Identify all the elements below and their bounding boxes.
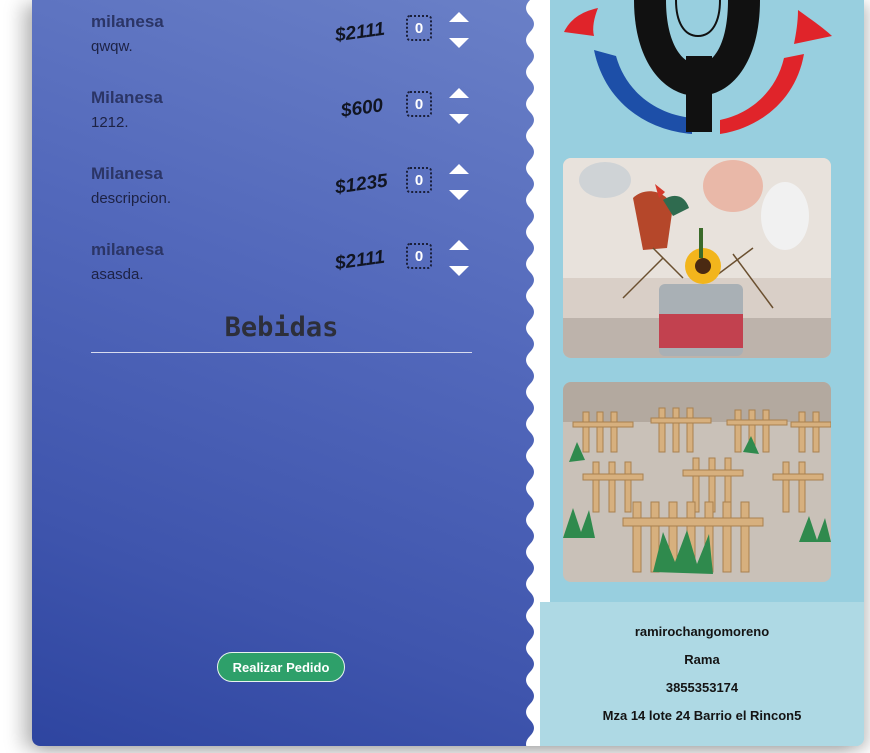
decoration-photo-fences (563, 382, 831, 582)
item-description: qwqw. (91, 38, 133, 55)
decrement-arrow-icon[interactable] (449, 114, 469, 124)
menu-item: Milanesa 1212. $600 0 (91, 88, 471, 148)
contact-phone: 3855353174 (665, 680, 739, 695)
contact-card: ramirochangomoreno Rama 3855353174 Mza 1… (540, 602, 864, 746)
decoration-photo-farm-animals (563, 158, 831, 358)
brand-logo (564, 0, 832, 134)
increment-arrow-icon[interactable] (449, 88, 469, 98)
contact-username: ramirochangomoreno (634, 624, 770, 639)
item-description: 1212. (91, 114, 129, 131)
contact-name: Rama (684, 652, 720, 667)
menu-panel: milanesa qwqw. $2111 0 Milanesa 1212. $6… (32, 0, 538, 746)
contact-address: Mza 14 lote 24 Barrio el Rincon5 (602, 708, 802, 723)
increment-arrow-icon[interactable] (449, 12, 469, 22)
item-price: $2111 (333, 18, 387, 47)
menu-item: Milanesa descripcion. $1235 0 (91, 164, 471, 224)
app-window: milanesa qwqw. $2111 0 Milanesa 1212. $6… (32, 0, 864, 746)
item-price: $2111 (333, 246, 387, 275)
item-name: milanesa (91, 12, 164, 31)
section-title: Bebidas (224, 312, 339, 343)
quantity-field[interactable]: 0 (406, 167, 432, 193)
menu-item: milanesa qwqw. $2111 0 (91, 12, 471, 72)
item-price: $1235 (333, 170, 389, 199)
menu-item: milanesa asasda. $2111 0 (91, 240, 471, 300)
item-description: asasda. (91, 266, 144, 283)
place-order-button[interactable]: Realizar Pedido (217, 652, 345, 682)
increment-arrow-icon[interactable] (449, 240, 469, 250)
decrement-arrow-icon[interactable] (449, 38, 469, 48)
item-name: Milanesa (91, 164, 163, 183)
increment-arrow-icon[interactable] (449, 164, 469, 174)
item-name: milanesa (91, 240, 164, 259)
item-description: descripcion. (91, 190, 172, 207)
decrement-arrow-icon[interactable] (449, 266, 469, 276)
quantity-field[interactable]: 0 (406, 15, 432, 41)
section-divider (91, 352, 472, 353)
item-price: $600 (339, 95, 385, 122)
decrement-arrow-icon[interactable] (449, 190, 469, 200)
quantity-field[interactable]: 0 (406, 91, 432, 117)
quantity-field[interactable]: 0 (406, 243, 432, 269)
item-name: Milanesa (91, 88, 163, 107)
